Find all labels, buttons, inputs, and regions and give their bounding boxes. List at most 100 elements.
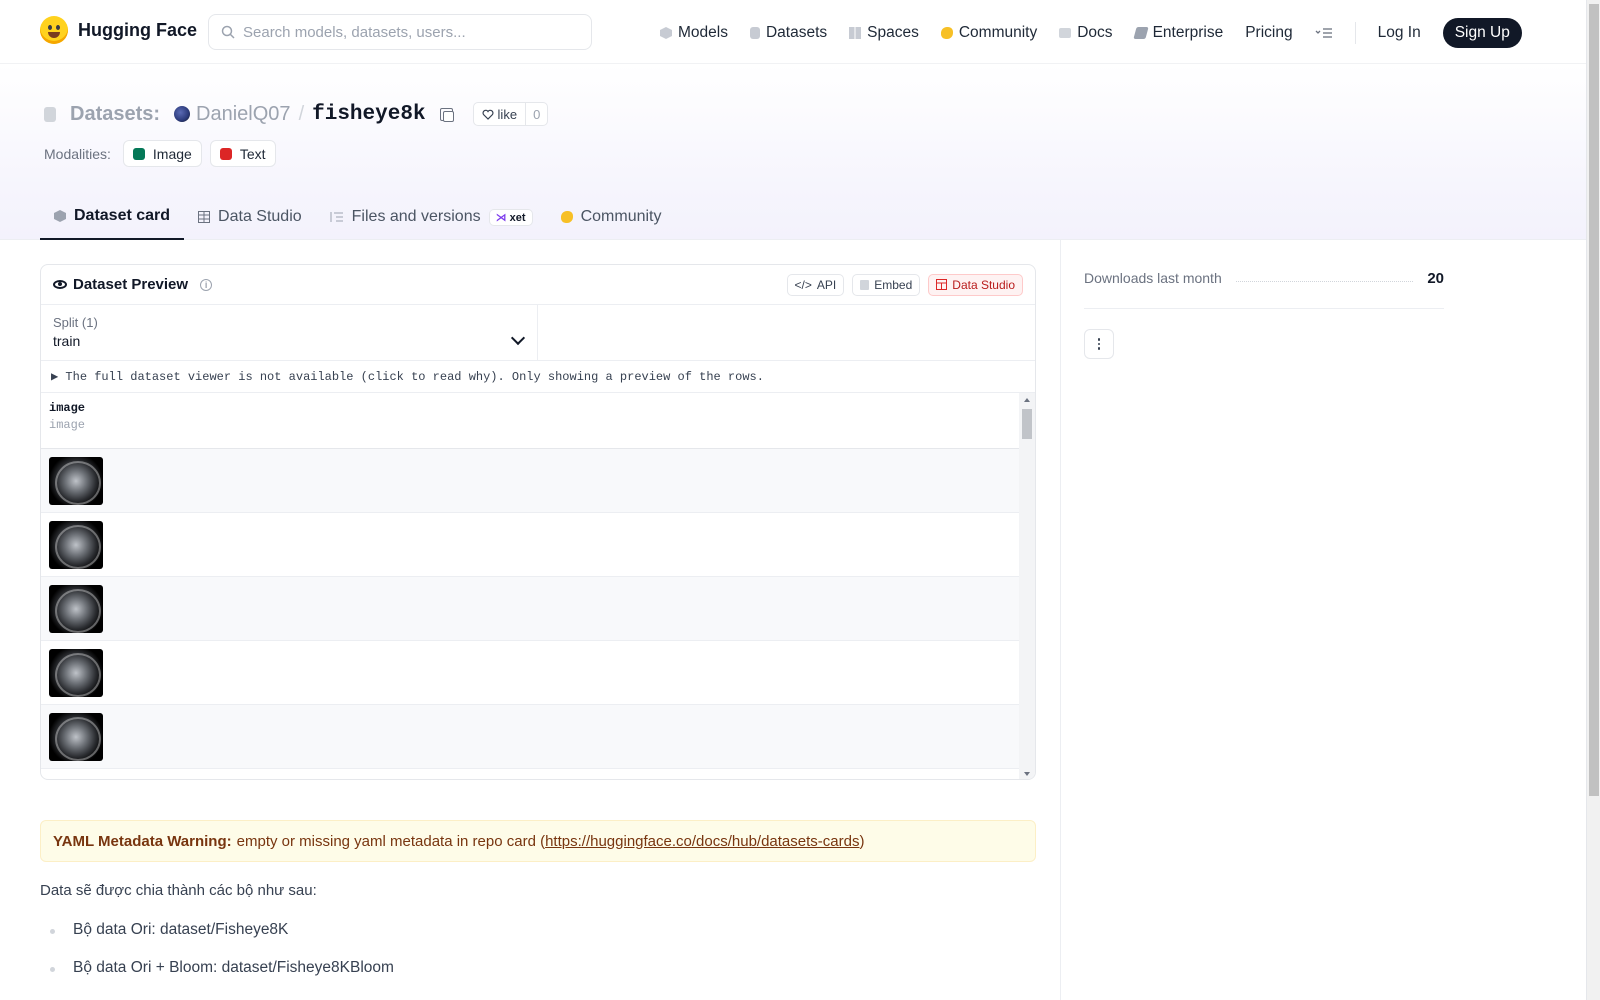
like-label: like [497,106,518,122]
community-icon [940,27,953,39]
signup-button[interactable]: Sign Up [1442,18,1522,48]
preview-actions: </> API Embed Data Studio [786,273,1023,296]
yaml-warning-text: empty or missing yaml metadata in repo c… [236,832,546,850]
nav-enterprise-label: Enterprise [1152,24,1224,41]
api-button[interactable]: </> API [786,273,845,296]
fisheye-thumbnail[interactable] [49,456,103,505]
eye-icon [53,280,67,289]
tab-data-studio-label: Data Studio [218,208,302,225]
split-bar: Split (1) train [41,305,1035,361]
nav-datasets[interactable]: Datasets [749,24,827,42]
repo-header: Datasets: DanielQ07 / fisheye8k like 0 M… [0,64,1586,240]
section-label[interactable]: Datasets: [70,103,160,126]
downloads-dotted-leader [1235,280,1414,282]
scroll-down-icon[interactable] [1024,772,1030,776]
signup-label: Sign Up [1454,24,1510,41]
table-row[interactable] [41,705,1019,769]
nav-enterprise[interactable]: Enterprise [1132,24,1224,42]
like-action[interactable]: like [474,103,527,125]
table-row[interactable] [41,449,1019,513]
yaml-warning-link[interactable]: https://huggingface.co/docs/hub/datasets… [545,833,859,850]
nav-links: Models Datasets Spaces Community Docs En… [660,18,1522,48]
split-label: Split (1) [53,315,98,330]
more-options-button[interactable] [1084,329,1114,359]
nav-spaces[interactable]: Spaces [849,24,919,42]
fisheye-thumbnail[interactable] [49,712,103,761]
downloads-label: Downloads last month [1084,270,1222,286]
code-icon: </> [794,277,812,292]
split-select[interactable]: Split (1) train [41,305,538,360]
nav-models-label: Models [678,24,728,41]
main-column: Dataset Preview i </> API Embed Data Stud… [40,264,1036,997]
fisheye-thumbnail[interactable] [49,520,103,569]
repo-title-row: Datasets: DanielQ07 / fisheye8k like 0 [44,102,549,126]
modality-text-label: Text [239,145,266,162]
card-bullet-list: Bộ data Ori: dataset/Fisheye8K Bộ data O… [40,921,1036,997]
page-scrollbar[interactable] [1586,0,1600,1000]
nav-spaces-label: Spaces [867,24,919,41]
nav-docs[interactable]: Docs [1059,24,1113,42]
menu-list-icon [1315,28,1332,38]
modalities-label: Modalities: [44,145,111,162]
dataset-preview: Dataset Preview i </> API Embed Data Stud… [40,264,1036,780]
search-box[interactable] [208,14,592,50]
nav-pricing[interactable]: Pricing [1245,24,1292,42]
viewer-notice[interactable]: ▶ The full dataset viewer is not availab… [41,361,1035,393]
yaml-warning-end: ) [859,832,865,850]
table-row[interactable] [41,641,1019,705]
sidebar-divider [1084,308,1444,309]
embed-button[interactable]: Embed [852,273,921,296]
scroll-up-icon[interactable] [1024,398,1030,402]
files-tree-icon [330,212,343,222]
sidebar: Downloads last month 20 [1084,264,1444,359]
table-row[interactable] [41,577,1019,641]
column-header[interactable]: image image [41,393,1035,449]
nav-community-label: Community [958,24,1038,41]
kebab-dot-icon [1097,338,1101,341]
community-tab-icon [560,211,573,223]
copy-icon[interactable] [439,107,454,122]
modality-text-chip[interactable]: Text [209,140,276,167]
nav-community[interactable]: Community [940,24,1038,42]
tab-files-versions[interactable]: Files and versions ⋊ xet [316,194,547,240]
fisheye-thumbnail[interactable] [49,584,103,633]
column-divider [1060,240,1061,1000]
embed-icon [860,279,870,290]
xet-badge: ⋊ xet [488,208,533,226]
column-type: image [49,418,86,432]
card-intro: Data sẽ được chia thành các bộ như sau: [40,882,317,899]
modality-image-chip[interactable]: Image [122,140,202,167]
data-studio-button[interactable]: Data Studio [928,273,1023,296]
xet-badge-label: xet [509,211,526,224]
more-menu-icon[interactable] [1315,27,1333,39]
repo-tabs: Dataset card Data Studio Files and versi… [40,194,675,240]
heart-icon [482,109,494,120]
search-input[interactable] [243,23,573,41]
tab-data-studio[interactable]: Data Studio [184,194,316,240]
like-button[interactable]: like 0 [472,102,549,126]
text-modality-icon [219,147,232,160]
owner-link[interactable]: DanielQ07 [196,103,291,126]
kebab-dot-icon [1097,342,1101,346]
downloads-value: 20 [1427,269,1444,287]
tab-community-label: Community [580,208,662,225]
datasets-icon [749,27,760,39]
tab-dataset-card[interactable]: Dataset card [40,194,185,240]
scroll-thumb[interactable] [1022,409,1032,439]
info-icon[interactable]: i [200,278,213,291]
brand-link[interactable]: Hugging Face [40,16,197,44]
fisheye-thumbnail[interactable] [49,648,103,697]
preview-title-text: Dataset Preview [73,276,189,293]
tab-community[interactable]: Community [547,194,676,240]
nav-models[interactable]: Models [660,24,728,42]
table-red-icon [936,279,948,290]
table-icon [198,211,211,223]
page-scroll-thumb[interactable] [1589,4,1599,796]
dataset-card-icon [54,210,66,222]
preview-scrollbar[interactable] [1019,393,1035,779]
table-row[interactable] [41,513,1019,577]
preview-rows [41,449,1019,769]
login-link[interactable]: Log In [1378,24,1421,42]
yaml-warning-title: YAML Metadata Warning: [53,832,232,850]
repo-name[interactable]: fisheye8k [312,103,425,126]
